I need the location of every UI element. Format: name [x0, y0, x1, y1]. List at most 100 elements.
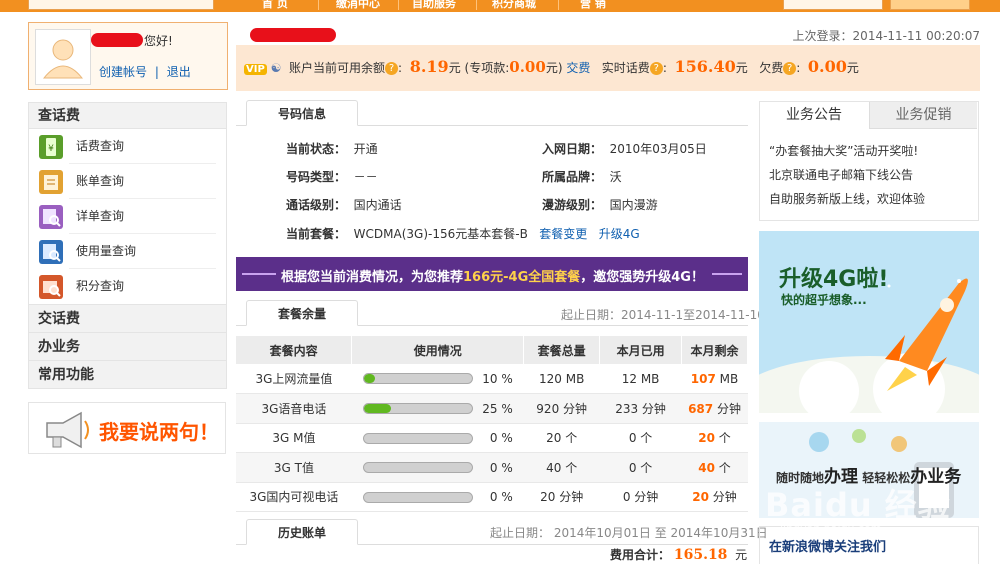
used-amount: 233 分钟 [599, 393, 682, 424]
top-login-button[interactable] [890, 0, 970, 10]
menu-item-usage-query[interactable]: 使用量查询 [29, 234, 226, 269]
total-amount: 20 个 [523, 423, 600, 453]
upgrade-4g-banner[interactable]: 升级4G啦! 快的超乎想象... [759, 231, 979, 413]
item-name: 3G国内可视电话 [236, 482, 352, 512]
promo-text: 根据您当前消费情况，为您推荐166元-4G全国套餐，邀您强势升级4G！ [281, 266, 704, 285]
nav-divider [398, 0, 399, 10]
notice-item[interactable]: “办套餐抽大奖”活动开奖啦! [769, 142, 918, 159]
tab-business-notice[interactable]: 业务公告 [760, 102, 868, 129]
notice-item[interactable]: 自助服务新版上线，欢迎体验 [769, 190, 925, 207]
phone-bill-icon: ¥ [39, 135, 63, 159]
balance-unit: 元 [448, 61, 461, 75]
usage-bar-fill [363, 404, 391, 413]
menu-item-points-query[interactable]: 积分查询 [29, 269, 226, 304]
redacted-phone-number [250, 28, 336, 42]
nav-marketing[interactable]: 营 销 [580, 0, 606, 12]
nav-divider [476, 0, 477, 10]
tab-package-balance[interactable]: 套餐余量 [246, 300, 358, 326]
vip-badge: VIP [244, 64, 267, 75]
number-type-value: －－ [353, 170, 378, 184]
roam-level-label: 漫游级别： [542, 198, 603, 212]
usage-bar-fill [363, 374, 375, 384]
nav-payment-center[interactable]: 缴消中心 [336, 0, 380, 12]
nav-divider [318, 0, 319, 10]
tab-business-promo[interactable]: 业务促销 [869, 102, 977, 129]
remaining-amount: 20 个 [681, 423, 748, 453]
promo-banner[interactable]: 根据您当前消费情况，为您推荐166元-4G全国套餐，邀您强势升级4G！ [236, 257, 748, 291]
tab-number-info[interactable]: 号码信息 [246, 100, 358, 126]
upgrade-4g-link[interactable]: 升级4G [599, 227, 640, 241]
menu-item-detail-query[interactable]: 详单查询 [29, 199, 226, 234]
item-name: 3G上网流量值 [236, 364, 352, 394]
avatar [35, 29, 91, 85]
user-links-divider: | [154, 65, 159, 79]
remaining-number: 20 [692, 490, 709, 505]
balance-label: 账户当前可用余额 [289, 61, 386, 75]
remaining-unit: MB [715, 371, 739, 386]
plan-label: 当前套餐： [286, 227, 347, 241]
usage-search-icon [39, 240, 63, 264]
balance-amount: 8.19 [409, 57, 449, 76]
nav-points-mall[interactable]: 积分商城 [492, 0, 536, 12]
usage-cell: 25 % [351, 393, 524, 424]
account-balance-bar: VIP ☯ 账户当前可用余额?: 8.19元 (专项款:0.00元) 交费 实时… [236, 45, 980, 91]
usage-bar [362, 373, 473, 385]
pay-link[interactable]: 交费 [566, 61, 590, 75]
remaining-amount: 687 分钟 [681, 393, 748, 424]
package-table: 套餐内容 使用情况 套餐总量 本月已用 本月剩余 3G上网流量值 10 % 12… [236, 336, 748, 512]
create-account-link[interactable]: 创建帐号 [99, 65, 147, 79]
menu-section-common[interactable]: 常用功能 [29, 360, 226, 388]
used-amount: 0 分钟 [599, 482, 682, 512]
remaining-amount: 107 MB [681, 364, 748, 394]
menu-item-bill-query[interactable]: ¥ 话费查询 [29, 129, 226, 164]
remaining-amount: 40 个 [681, 452, 748, 483]
weibo-follow-label: 在新浪微博关注我们 [769, 540, 887, 555]
column-header: 套餐总量 [523, 336, 601, 364]
usage-percent: 25 % [482, 401, 513, 416]
nav-home[interactable]: 首 页 [262, 0, 288, 12]
top-search-box[interactable] [783, 0, 883, 10]
help-icon[interactable]: ? [649, 62, 663, 75]
total-amount: 920 分钟 [523, 393, 600, 424]
top-nav-left-box [28, 0, 214, 10]
feedback-banner[interactable]: 我要说两句！ [28, 402, 226, 454]
item-name: 3G T值 [236, 452, 352, 483]
arrears-label: 欠费 [759, 61, 784, 75]
table-row: 3G上网流量值 10 % 120 MB 12 MB 107 MB [236, 364, 748, 394]
logout-link[interactable]: 退出 [167, 65, 191, 79]
usage-bar [362, 403, 473, 414]
brand-value: 沃 [609, 170, 622, 184]
column-header: 本月剩余 [681, 336, 748, 364]
nav-self-service[interactable]: 自助服务 [412, 0, 456, 12]
notice-item[interactable]: 北京联通电子邮箱下线公告 [769, 166, 913, 183]
history-total-unit: 元 [735, 548, 748, 562]
menu-section-business[interactable]: 办业务 [29, 332, 226, 360]
remaining-unit: 分钟 [713, 401, 741, 416]
change-plan-link[interactable]: 套餐变更 [539, 227, 587, 241]
realtime-label: 实时话费 [601, 61, 650, 75]
used-amount: 0 个 [599, 452, 682, 483]
menu-item-label: 详单查询 [76, 209, 125, 223]
status-value: 开通 [353, 142, 378, 156]
feedback-label: 我要说两句！ [99, 420, 219, 444]
menu-section-charges[interactable]: 查话费 [29, 103, 226, 129]
promo-wave-right [712, 273, 742, 275]
top-nav-bar: 首 页 缴消中心 自助服务 积分商城 营 销 [0, 0, 1000, 12]
detail-search-icon [39, 205, 63, 229]
remaining-number: 40 [698, 460, 715, 475]
menu-section-pay[interactable]: 交话费 [29, 304, 226, 332]
call-level-label: 通话级别： [286, 198, 347, 212]
number-info-fields: 当前状态： 开通 入网日期： 2010年03月05日 号码类型： －－ 所属品牌… [286, 140, 746, 250]
item-name: 3G语音电话 [236, 393, 352, 424]
help-icon[interactable]: ? [385, 62, 399, 75]
promo-text-before: 根据您当前消费情况，为您推荐 [281, 270, 464, 285]
help-icon[interactable]: ? [783, 62, 797, 75]
history-date-range: 起止日期： 2014年10月01日 至 2014年10月31日 [490, 526, 768, 540]
package-date-range: 起止日期：2014-11-1至2014-11-10 [561, 308, 765, 322]
column-header: 本月已用 [599, 336, 683, 364]
rocket-illustration [759, 278, 979, 413]
menu-item-label: 话费查询 [76, 139, 125, 153]
menu-item-statement-query[interactable]: 账单查询 [29, 164, 226, 199]
table-header-row: 套餐内容 使用情况 套餐总量 本月已用 本月剩余 [236, 336, 748, 364]
tab-history-bill[interactable]: 历史账单 [246, 519, 358, 545]
